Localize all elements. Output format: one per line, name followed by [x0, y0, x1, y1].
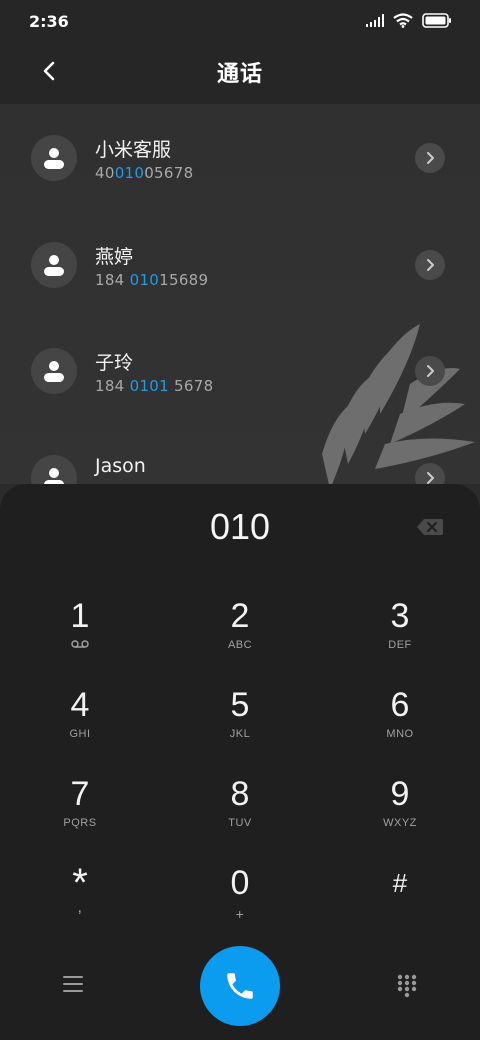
- dialpad-panel: 010 1 2 ABC 3 DEF 4 GHI 5 JKL 6 MNO 7 PQ…: [0, 484, 480, 1040]
- person-icon: [44, 361, 64, 382]
- contact-name: 子玲: [95, 352, 134, 374]
- person-icon: [44, 255, 64, 276]
- contact-item[interactable]: 燕婷 184 01015689: [0, 211, 480, 311]
- key-hash[interactable]: #: [330, 863, 470, 947]
- key-2[interactable]: 2 ABC: [170, 596, 310, 680]
- dialed-number-display: 010: [209, 506, 271, 547]
- key-5[interactable]: 5 JKL: [170, 685, 310, 769]
- person-icon: [44, 148, 64, 169]
- key-6[interactable]: 6 MNO: [330, 685, 470, 769]
- person-icon: [44, 468, 64, 484]
- page-title: 通话: [216, 62, 263, 87]
- chevron-right-icon: [427, 152, 434, 164]
- contact-number: 184 0101 5678: [95, 377, 214, 395]
- dialpad-grid-icon[interactable]: [396, 974, 418, 998]
- chevron-right-icon: [427, 259, 434, 271]
- chevron-right-icon: [427, 472, 434, 484]
- contact-detail-button[interactable]: [415, 250, 445, 280]
- chevron-right-icon: [427, 365, 434, 377]
- status-icons: [366, 13, 452, 28]
- status-time: 2:36: [29, 12, 69, 31]
- contact-number: 184 01015689: [95, 271, 209, 289]
- contact-item[interactable]: 子玲 184 0101 5678: [0, 317, 480, 417]
- contact-name: Jason: [95, 455, 146, 477]
- avatar: [31, 455, 77, 484]
- avatar: [31, 348, 77, 394]
- key-8[interactable]: 8 TUV: [170, 774, 310, 858]
- contact-item[interactable]: 小米客服 4001005678: [0, 104, 480, 204]
- key-1[interactable]: 1: [10, 596, 150, 680]
- contact-name: 小米客服: [95, 139, 172, 161]
- contact-item[interactable]: Jason: [0, 424, 480, 484]
- contact-list[interactable]: 小米客服 4001005678 燕婷 184 01015689 子玲 184 0…: [0, 104, 480, 484]
- contact-number: 4001005678: [95, 164, 194, 182]
- call-button[interactable]: [200, 946, 280, 1026]
- key-4[interactable]: 4 GHI: [10, 685, 150, 769]
- phone-icon: [227, 973, 253, 999]
- contact-detail-button[interactable]: [415, 143, 445, 173]
- backspace-icon[interactable]: [416, 518, 444, 536]
- voicemail-icon: [10, 639, 150, 653]
- avatar: [31, 135, 77, 181]
- signal-icon: [366, 14, 384, 27]
- battery-icon: [422, 13, 451, 28]
- key-3[interactable]: 3 DEF: [330, 596, 470, 680]
- contact-detail-button[interactable]: [415, 463, 445, 484]
- wifi-icon: [393, 13, 413, 28]
- avatar: [31, 242, 77, 288]
- key-7[interactable]: 7 PQRS: [10, 774, 150, 858]
- menu-icon[interactable]: [62, 974, 84, 994]
- contact-detail-button[interactable]: [415, 356, 445, 386]
- status-bar: 2:36: [0, 0, 480, 42]
- key-9[interactable]: 9 WXYZ: [330, 774, 470, 858]
- key-star[interactable]: * ,: [10, 863, 150, 947]
- key-0[interactable]: 0 +: [170, 863, 310, 947]
- app-header: 通话: [0, 42, 480, 104]
- contact-name: 燕婷: [95, 246, 134, 268]
